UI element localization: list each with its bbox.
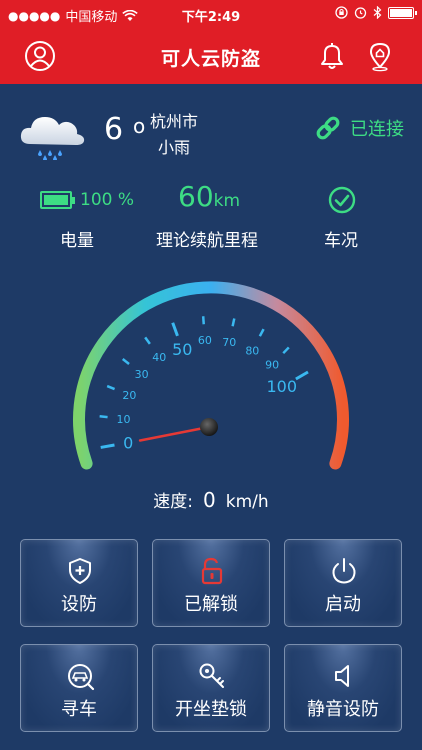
start-button[interactable]: 启动 [284,539,402,627]
seat-lock-button[interactable]: 开坐垫锁 [152,644,270,732]
range-stat: 60km [178,180,240,213]
arm-button[interactable]: 设防 [20,539,138,627]
gauge-tick [171,322,179,337]
bell-icon[interactable] [316,40,348,72]
temperature: 6 [104,112,124,147]
gauge-tick [144,336,151,345]
gauge-tick [121,358,130,365]
gauge-tick-label: 30 [135,368,149,381]
find-car-icon [68,664,95,691]
start-label: 启动 [325,594,361,615]
gauge-tick-label: 50 [172,340,192,359]
gauge-tick [282,346,290,355]
range-label: 理论续航里程 [156,231,258,251]
status-icons [335,6,417,19]
gauge-tick-label: 10 [116,413,130,426]
degree-mark: o [133,114,146,138]
gauge-tick [99,415,108,419]
range-value: 60 [178,180,214,213]
gauge-tick-label: 80 [245,344,259,357]
gauge-tick [100,443,115,449]
gauge-tick-label: 90 [265,359,279,372]
unlock-button[interactable]: 已解锁 [152,539,270,627]
connection-label: 已连接 [350,119,404,140]
range-unit: km [213,191,241,211]
battery-value: 100 % [80,190,135,210]
gauge-tick [258,328,265,337]
seat-lock-label: 开坐垫锁 [175,699,247,720]
silent-arm-label: 静音设防 [307,699,379,720]
speed-unit: km/h [225,492,269,512]
find-car-label: 寻车 [61,699,97,720]
battery-stat: 100 % [40,190,134,210]
power-icon [332,558,356,584]
shield-plus-icon [69,558,91,584]
battery-label: 电量 [60,231,94,251]
check-circle-icon[interactable] [328,186,356,214]
gauge-tick-label: 60 [198,334,212,347]
gauge-tick-label: 100 [266,377,297,396]
gauge-tick [295,370,309,381]
unlock-label: 已解锁 [184,594,238,615]
connection-status[interactable]: 已连接 [314,114,404,142]
find-car-button[interactable]: 寻车 [20,644,138,732]
gauge-tick [201,316,205,325]
battery-level-icon [40,191,75,209]
key-icon [199,663,224,688]
city-name: 杭州市 [150,112,199,131]
vehicle-label: 车况 [324,231,358,251]
silent-arm-button[interactable]: 静音设防 [284,644,402,732]
gauge-tick-label: 0 [123,434,133,453]
gauge-tick-label: 20 [122,389,136,402]
rain-cloud-icon [20,117,85,160]
unlock-icon [201,557,223,585]
alarm-icon [354,7,367,19]
link-icon [316,116,340,140]
gauge-tick-label: 40 [152,351,166,364]
bluetooth-icon [373,6,382,19]
gauge-needle [138,425,211,442]
speed-value: 0 [203,488,216,512]
gauge-tick-label: 70 [222,336,236,349]
battery-icon [388,6,417,19]
speedometer: 0 10 20 3040 50 60 70 80 90 100 [73,281,349,470]
arm-label: 设防 [61,594,97,615]
speaker-icon [335,665,349,687]
location-icon[interactable] [364,40,396,72]
speed-label: 速度: [153,492,194,512]
rotation-lock-icon [335,6,348,19]
weather-condition: 小雨 [158,138,191,157]
gauge-hub [200,418,218,436]
page-title: 可人云防盗 [160,48,261,70]
status-bar: ●●●●● 中国移动 下午2:49 [0,0,422,28]
speed-readout: 速度: 0 km/h [0,487,422,512]
app-header: 可人云防盗 [0,28,422,84]
gauge-tick [106,384,116,391]
gauge-tick [231,318,236,327]
